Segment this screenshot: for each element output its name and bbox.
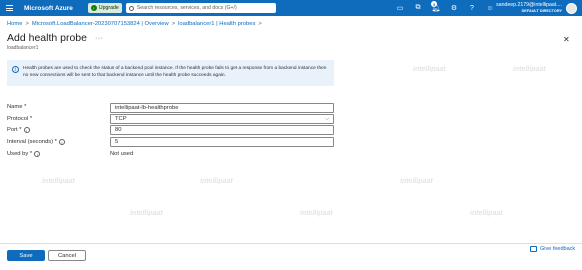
info-icon[interactable]: i [34,151,41,157]
cloud-shell-icon[interactable]: ▭ [395,3,405,13]
chevron-down-icon: ⌵ [325,116,329,122]
usedby-value: Not used [110,151,134,157]
account-info[interactable]: sandeep.2179@intellipaat.... DEFAULT DIR… [496,2,562,14]
watermark: intellipaat [42,178,75,185]
feedback-icon[interactable]: ☺ [485,3,495,13]
port-label-text: Port * [7,127,22,133]
breadcrumb-health-probes[interactable]: loadbalancer1 | Health probes [178,21,255,27]
topbar-icons: ▭ ⧉ 🔔︎ ⚙ ? ☺ [395,3,495,13]
watermark: intellipaat [470,210,503,217]
breadcrumb-separator: > [171,21,176,27]
portal-brand[interactable]: Microsoft Azure [24,5,73,12]
info-icon[interactable]: i [58,139,65,145]
search-input[interactable]: Search resources, services, and docs (G+… [125,3,276,13]
directory-filter-icon[interactable]: ⧉ [413,3,423,13]
usedby-label: Used by * i [7,151,41,157]
watermark: intellipaat [130,210,163,217]
protocol-label: Protocol * [7,116,32,122]
interval-label-text: Interval (seconds) * [7,139,57,145]
interval-field[interactable]: 5 [110,137,334,147]
breadcrumb-home[interactable]: Home [7,21,22,27]
settings-icon[interactable]: ⚙ [449,3,459,13]
notification-badge: 3 [431,1,437,7]
protocol-value: TCP [115,116,127,122]
port-field[interactable]: 80 [110,125,334,135]
give-feedback-label: Give feedback [540,246,576,252]
upgrade-label: Upgrade [98,5,119,11]
interval-value: 5 [115,139,119,145]
search-icon [128,5,134,11]
protocol-select[interactable]: TCP ⌵ [110,114,334,124]
info-banner: i Health probes are used to check the st… [7,60,334,86]
protocol-label-text: Protocol * [7,116,33,122]
upgrade-button[interactable]: ↑ Upgrade [87,3,122,13]
more-options-icon[interactable]: ··· [95,35,104,42]
avatar[interactable] [566,3,577,14]
close-icon[interactable]: ✕ [563,35,570,44]
footer-divider [0,243,582,244]
page-subtitle: loadbalancer1 [7,45,39,51]
upgrade-icon: ↑ [90,5,97,11]
save-button[interactable]: Save [7,250,45,261]
breadcrumb-load-balancer-overview[interactable]: Microsoft.LoadBalancer-20230707153824 | … [32,21,169,27]
interval-label: Interval (seconds) * i [7,139,65,145]
name-label: Name * [7,104,26,110]
breadcrumb: Home > Microsoft.LoadBalancer-2023070715… [7,21,262,27]
name-value: intellipaat-lb-healthprobe [115,105,179,111]
watermark: intellipaat [300,210,333,217]
help-icon[interactable]: ? [467,3,477,13]
feedback-icon [530,246,537,252]
info-text: Health probes are used to check the stat… [23,66,327,78]
breadcrumb-separator: > [25,21,29,27]
watermark: intellipaat [513,66,546,73]
menu-icon[interactable] [0,0,18,16]
info-icon: i [12,66,19,73]
give-feedback-link[interactable]: Give feedback [530,246,575,252]
breadcrumb-separator: > [258,21,262,27]
name-field[interactable]: intellipaat-lb-healthprobe [110,103,334,113]
port-label: Port * i [7,127,30,133]
port-value: 80 [115,127,122,133]
account-name: sandeep.2179@intellipaat.... [496,1,562,8]
cancel-button[interactable]: Cancel [48,250,86,261]
info-icon[interactable]: i [23,127,30,133]
page-title: Add health probe [7,32,87,44]
watermark: intellipaat [413,66,446,73]
name-label-text: Name * [7,104,27,110]
usedby-label-text: Used by * [7,151,33,157]
watermark: intellipaat [200,178,233,185]
account-directory: DEFAULT DIRECTORY [521,8,562,13]
watermark: intellipaat [400,178,433,185]
search-placeholder: Search resources, services, and docs (G+… [136,5,237,11]
